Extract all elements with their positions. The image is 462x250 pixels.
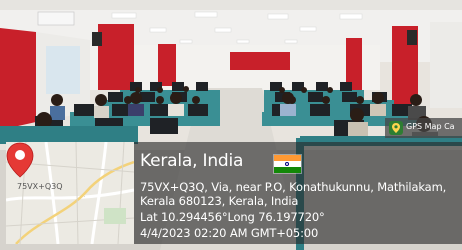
coordinates: Lat 10.294456°Long 76.197720° [140, 210, 325, 224]
india-flag-icon [273, 154, 302, 174]
location-map: · 75VX+Q3Q [6, 142, 134, 244]
gps-map-camera-badge: GPS Map Ca [385, 118, 462, 138]
map-place-label: · [84, 194, 86, 199]
timestamp: 4/4/2023 02:20 AM GMT+05:00 [140, 226, 319, 240]
gps-badge-label: GPS Map Ca [406, 122, 455, 131]
address-line-2: Kerala 680123, Kerala, India [140, 194, 299, 208]
gps-map-camera-icon [389, 121, 403, 135]
place-name: Kerala, India [140, 151, 244, 171]
map-pin-icon [6, 142, 34, 178]
address-line-1: 75VX+Q3Q, Via, near P.O, Konathukunnu, M… [140, 180, 447, 194]
map-plus-code: 75VX+Q3Q [17, 182, 63, 191]
geotagged-photo: · 75VX+Q3Q Kerala, India 75VX+Q3Q, Via, … [0, 0, 462, 250]
